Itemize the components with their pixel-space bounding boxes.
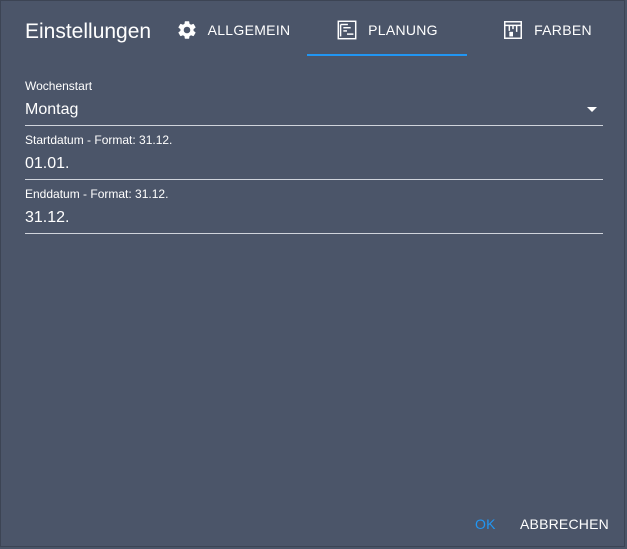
- end-date-label: Enddatum - Format: 31.12.: [25, 187, 169, 201]
- tab-farben[interactable]: FARBEN: [487, 1, 607, 58]
- chevron-down-icon[interactable]: [587, 107, 597, 112]
- start-date-field: Startdatum - Format: 31.12. 01.01.: [25, 133, 603, 180]
- gear-icon: [176, 19, 198, 41]
- tab-planung-label: PLANUNG: [368, 21, 438, 38]
- tab-farben-label: FARBEN: [534, 21, 592, 38]
- start-date-input[interactable]: 01.01.: [25, 155, 603, 180]
- end-date-field: Enddatum - Format: 31.12. 31.12.: [25, 187, 603, 234]
- active-tab-indicator: [307, 54, 467, 56]
- settings-dialog: Einstellungen ALLGEMEIN PLANUNG FARBEN W…: [0, 0, 625, 547]
- week-start-label: Wochenstart: [25, 79, 93, 93]
- week-start-value: Montag: [25, 101, 79, 118]
- planning-icon: [336, 19, 358, 41]
- ok-button[interactable]: OK: [475, 516, 496, 532]
- paint-bucket-icon: [502, 19, 524, 41]
- week-start-select[interactable]: Montag: [25, 101, 603, 126]
- tab-allgemein-label: ALLGEMEIN: [207, 21, 291, 38]
- dialog-header: Einstellungen ALLGEMEIN PLANUNG FARBEN: [1, 1, 624, 61]
- week-start-field: Wochenstart Montag: [25, 79, 603, 126]
- start-date-label: Startdatum - Format: 31.12.: [25, 133, 173, 147]
- tab-allgemein[interactable]: ALLGEMEIN: [169, 1, 297, 58]
- tab-planung[interactable]: PLANUNG: [307, 1, 467, 58]
- end-date-input[interactable]: 31.12.: [25, 209, 603, 234]
- cancel-button[interactable]: ABBRECHEN: [520, 516, 609, 532]
- dialog-title: Einstellungen: [25, 20, 152, 43]
